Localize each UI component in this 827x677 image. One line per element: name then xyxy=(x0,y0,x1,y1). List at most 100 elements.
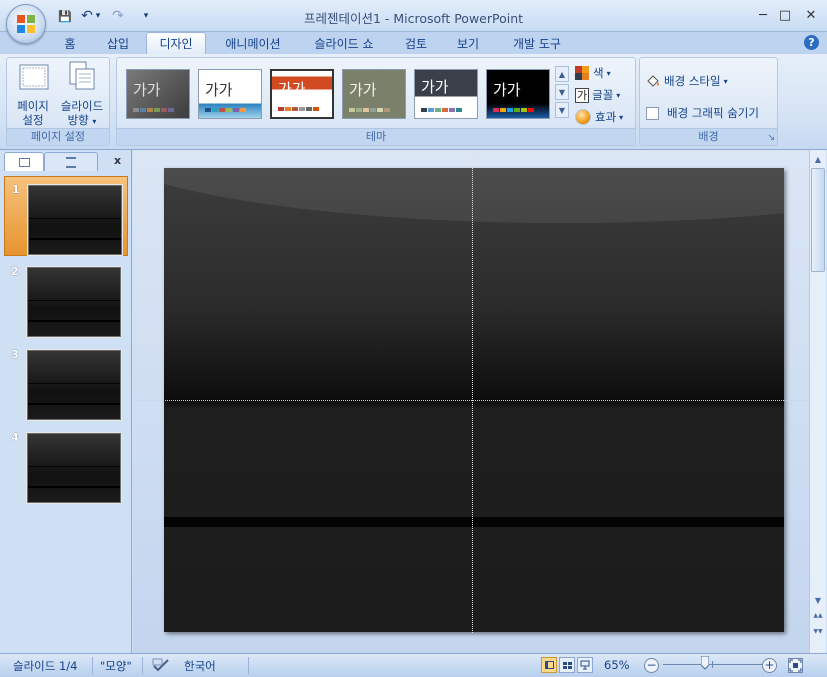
theme-effects-label: 효과 xyxy=(595,110,617,124)
close-panel-icon[interactable]: x xyxy=(114,154,121,167)
slide-number: 2 xyxy=(11,265,19,278)
theme-name-indicator: "모양" xyxy=(100,659,132,673)
slide-show-view-icon[interactable] xyxy=(577,657,593,673)
theme-color-swatches xyxy=(278,107,319,111)
zoom-slider-track[interactable] xyxy=(663,664,763,665)
slides-tab[interactable] xyxy=(4,152,44,171)
spell-check-icon[interactable] xyxy=(152,658,170,676)
dialog-launcher-icon[interactable]: ↘ xyxy=(767,133,775,143)
theme-sample-text: 가가 xyxy=(278,80,306,98)
theme-effects-button[interactable]: 효과 ▾ xyxy=(575,108,623,126)
scroll-up-icon[interactable]: ▲ xyxy=(810,151,826,167)
outline-view-icon xyxy=(66,156,76,168)
tab-home[interactable]: 홈 xyxy=(56,32,84,54)
tab-slide-show[interactable]: 슬라이드 쇼 xyxy=(300,32,388,54)
slide-preview xyxy=(26,266,122,338)
zoom-slider-center-tick xyxy=(712,661,713,668)
office-button[interactable] xyxy=(6,4,46,44)
themes-group: 가가 가가 가가 가가 가가 가가 ▲ ▼ ▼ 색 ▾ 가 글꼴 ▾ 효과 ▾ 테마 xyxy=(116,57,636,146)
slide-preview xyxy=(26,349,122,421)
theme-thumbnail[interactable]: 가가 xyxy=(342,69,406,119)
hide-background-graphics-option[interactable]: 배경 그래픽 숨기기 xyxy=(646,104,759,122)
scroll-thumb[interactable] xyxy=(811,168,825,272)
theme-color-swatches xyxy=(493,108,534,112)
vertical-scrollbar[interactable]: ▲ ▼ ▲▲ ▼▼ xyxy=(809,150,826,653)
slide-orientation-label-line2: 방향 ▾ xyxy=(57,113,107,129)
page-setup-label-line1: 페이지 xyxy=(17,99,49,113)
window-title: 프레젠테이션1 - Microsoft PowerPoint xyxy=(303,11,524,26)
theme-fonts-label: 글꼴 xyxy=(592,88,614,102)
theme-thumbnail[interactable]: 가가 xyxy=(486,69,550,119)
background-styles-button[interactable]: 배경 스타일 ▾ xyxy=(646,72,728,90)
hide-background-graphics-checkbox[interactable] xyxy=(646,106,659,120)
normal-view-icon[interactable] xyxy=(541,657,557,673)
gallery-more-icon[interactable]: ▼ xyxy=(555,102,569,118)
scroll-down-icon[interactable]: ▼ xyxy=(810,592,826,608)
minimize-button[interactable]: ─ xyxy=(752,6,774,24)
paint-bucket-icon xyxy=(646,74,660,88)
theme-color-swatches xyxy=(205,108,246,112)
effects-icon xyxy=(575,109,591,125)
tab-design[interactable]: 디자인 xyxy=(146,32,206,54)
vertical-guide[interactable] xyxy=(472,150,473,633)
page-setup-button[interactable]: 페이지 설정 xyxy=(11,61,55,129)
slide-orientation-label-line1: 슬라이드 xyxy=(60,99,104,113)
slide-thumbnail[interactable]: 2 xyxy=(4,259,128,339)
slide-orientation-button[interactable]: 슬라이드 방향 ▾ xyxy=(57,61,107,129)
background-group-label: 배경 xyxy=(640,128,777,144)
tab-view[interactable]: 보기 xyxy=(448,32,488,54)
tab-review[interactable]: 검토 xyxy=(396,32,436,54)
slide-number: 4 xyxy=(11,431,19,444)
slide-thumbnail-list: 1 2 3 4 xyxy=(4,172,128,650)
slide-background-highlight xyxy=(164,168,784,223)
theme-colors-button[interactable]: 색 ▾ xyxy=(575,64,611,82)
theme-thumbnail[interactable]: 가가 xyxy=(270,69,334,119)
theme-thumbnail[interactable]: 가가 xyxy=(414,69,478,119)
background-group: 배경 스타일 ▾ 배경 그래픽 숨기기 배경 ↘ xyxy=(639,57,778,146)
tab-insert[interactable]: 삽입 xyxy=(98,32,138,54)
theme-thumbnail[interactable]: 가가 xyxy=(126,69,190,119)
gallery-scroll-down-icon[interactable]: ▼ xyxy=(555,84,569,100)
theme-thumbnail[interactable]: 가가 xyxy=(198,69,262,119)
tab-developer[interactable]: 개발 도구 xyxy=(500,32,574,54)
theme-color-swatches xyxy=(421,108,462,112)
page-setup-icon xyxy=(19,64,49,90)
next-slide-icon[interactable]: ▼▼ xyxy=(810,624,826,640)
gallery-scroll-up-icon[interactable]: ▲ xyxy=(555,66,569,82)
background-styles-label: 배경 스타일 xyxy=(664,74,721,88)
help-icon[interactable]: ? xyxy=(804,35,819,50)
zoom-in-icon[interactable]: + xyxy=(762,658,777,673)
office-logo-icon xyxy=(17,15,35,33)
slide-thumbnail[interactable]: 4 xyxy=(4,425,128,505)
maximize-button[interactable]: □ xyxy=(774,6,796,24)
theme-color-swatches xyxy=(133,108,174,112)
slide-number: 3 xyxy=(11,348,19,361)
theme-sample-text: 가가 xyxy=(349,81,377,99)
color-palette-icon xyxy=(575,66,589,80)
zoom-slider-thumb[interactable] xyxy=(700,655,710,670)
previous-slide-icon[interactable]: ▲▲ xyxy=(810,608,826,624)
page-setup-group: 페이지 설정 슬라이드 방향 ▾ 페이지 설정 xyxy=(6,57,110,146)
slide-view-icon xyxy=(18,157,30,167)
theme-sample-text: 가가 xyxy=(133,81,161,99)
slide-sorter-view-icon[interactable] xyxy=(559,657,575,673)
chevron-down-icon: ▾ xyxy=(606,68,611,78)
zoom-out-icon[interactable]: − xyxy=(644,658,659,673)
horizontal-guide[interactable] xyxy=(138,400,808,401)
themes-group-label: 테마 xyxy=(117,128,635,144)
font-icon: 가 xyxy=(575,87,590,103)
slide-orientation-icon xyxy=(69,61,95,90)
tab-animations[interactable]: 애니메이션 xyxy=(214,32,292,54)
fit-to-window-icon[interactable] xyxy=(788,658,803,673)
status-separator xyxy=(92,657,93,674)
chevron-down-icon: ▾ xyxy=(616,90,621,100)
slide-thumbnail[interactable]: 3 xyxy=(4,342,128,422)
zoom-level[interactable]: 65% xyxy=(604,658,630,672)
theme-colors-label: 색 xyxy=(593,66,604,80)
slide-thumbnail[interactable]: 1 xyxy=(4,176,128,256)
slide-preview xyxy=(27,184,123,256)
outline-tab[interactable] xyxy=(44,152,98,171)
close-button[interactable]: ✕ xyxy=(800,6,822,24)
theme-fonts-button[interactable]: 가 글꼴 ▾ xyxy=(575,86,620,104)
theme-color-swatches xyxy=(349,108,390,112)
